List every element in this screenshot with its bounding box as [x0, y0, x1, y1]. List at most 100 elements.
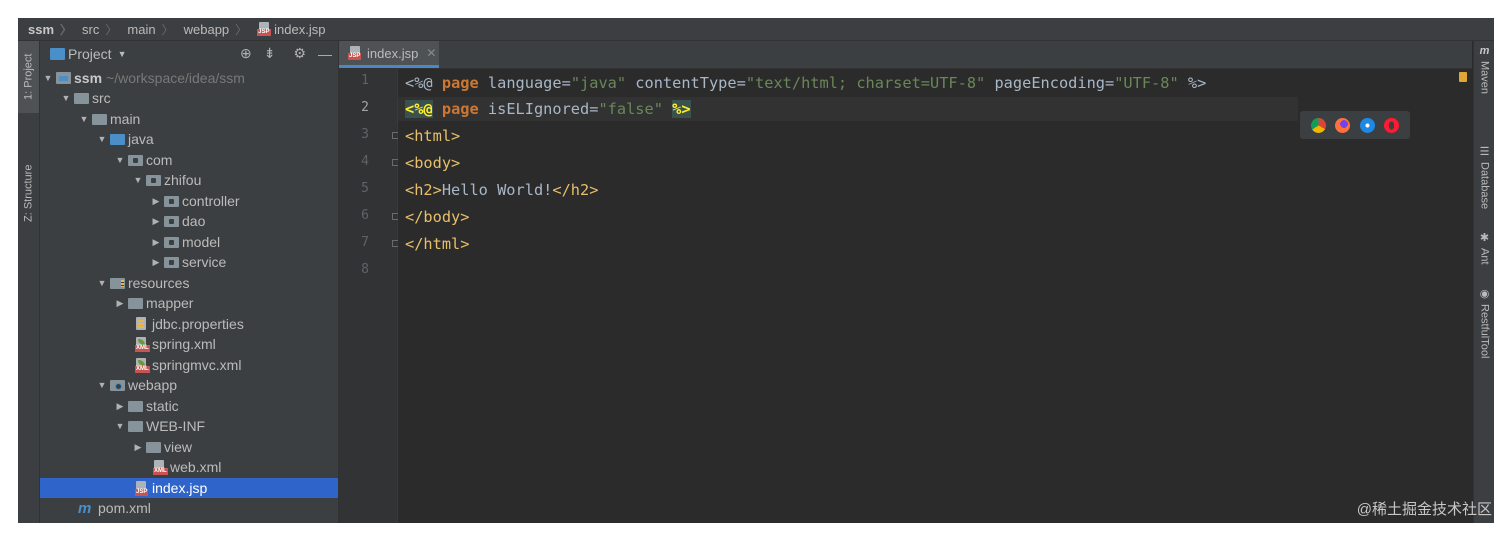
chevron-right-icon: ▶ [152, 256, 160, 267]
gear-icon[interactable]: ⚙ [293, 45, 306, 62]
safari-icon[interactable] [1359, 117, 1375, 133]
tab-maven[interactable]: m Maven [1474, 45, 1494, 125]
package-icon [128, 154, 143, 166]
code-line: <body> [398, 151, 1472, 175]
breadcrumb-item-webapp[interactable]: webapp 〉 [174, 21, 248, 38]
database-icon: ☰ [1479, 146, 1490, 158]
project-icon [50, 47, 65, 60]
collapse-all-icon[interactable]: ⇟ [264, 45, 276, 62]
breadcrumb-item-ssm[interactable]: ssm 〉 [18, 21, 72, 38]
breadcrumb-item-main[interactable]: main 〉 [117, 21, 173, 38]
tree-item-static[interactable]: ▶ static [40, 396, 338, 416]
warning-icon[interactable] [1459, 72, 1467, 82]
breadcrumb-item-index-jsp[interactable]: JSP index.jsp [247, 22, 325, 37]
tree-item-jdbc-properties[interactable]: jdbc.properties [40, 314, 338, 334]
chevron-down-icon: ▼ [97, 380, 107, 390]
spring-xml-icon: XML [135, 336, 150, 352]
opera-icon[interactable] [1384, 117, 1400, 133]
tab-restfultool[interactable]: ◉ RestfulTool [1474, 287, 1494, 397]
code-line: <h2>Hello World!</h2> [398, 178, 1472, 202]
ant-icon: ✱ [1479, 232, 1490, 244]
line-number: 6 [361, 208, 369, 223]
close-icon[interactable]: ✕ [426, 46, 436, 60]
minimize-icon[interactable]: — [318, 46, 332, 62]
tab-ant-label: Ant [1478, 248, 1491, 265]
firefox-icon[interactable] [1335, 117, 1351, 133]
directive-close: %> [1178, 74, 1207, 92]
tab-project-label: 1: Project [22, 53, 35, 101]
line-number: 4 [361, 154, 369, 169]
properties-file-icon [135, 316, 148, 332]
keyword: page [441, 74, 479, 92]
left-tool-stripe: 1: Project Z: Structure [18, 41, 40, 523]
tree-item-mapper[interactable]: ▶ mapper [40, 293, 338, 313]
tree-item-spring-xml[interactable]: XML spring.xml [40, 334, 338, 354]
code-line: </html> [398, 232, 1472, 256]
tree-label: webapp [128, 377, 178, 393]
breadcrumb-label: webapp [183, 21, 230, 37]
tab-structure[interactable]: Z: Structure [18, 153, 39, 233]
tab-database[interactable]: ☰ Database [1474, 145, 1494, 235]
root-path: ~/workspace/idea/ssm [106, 70, 245, 86]
directive-open: <%@ [405, 74, 433, 92]
tab-ant[interactable]: ✱ Ant [1474, 231, 1494, 291]
tab-structure-label: Z: Structure [22, 164, 35, 222]
package-icon [164, 236, 179, 248]
tree-item-main[interactable]: ▼ main [40, 109, 338, 129]
chrome-icon[interactable] [1310, 117, 1326, 133]
tab-project[interactable]: 1: Project [18, 41, 39, 113]
tag: </html> [405, 235, 470, 253]
tree-label: model [182, 234, 221, 250]
line-number: 8 [361, 262, 369, 277]
tree-item-web-inf[interactable]: ▼ WEB-INF [40, 416, 338, 436]
tree-label: view [164, 439, 193, 455]
tag: </h2> [552, 181, 599, 199]
chevron-down-icon: ▼ [133, 175, 143, 185]
chevron-right-icon: 〉 [235, 22, 248, 37]
breadcrumb-label: src [82, 21, 100, 37]
folder-icon [128, 297, 143, 309]
project-panel-header: Project ▼ ⊕ ⇟ ⚙ — [40, 41, 338, 66]
tree-item-view[interactable]: ▶ view [40, 437, 338, 457]
locate-icon[interactable]: ⊕ [240, 45, 252, 62]
code-line: </body> [398, 205, 1472, 229]
tree-item-model[interactable]: ▶ model [40, 232, 338, 252]
tree-label: main [110, 111, 141, 127]
tag: <html> [405, 127, 461, 145]
string: "text/html; charset=UTF-8" [745, 74, 986, 92]
breadcrumb-item-src[interactable]: src 〉 [72, 21, 117, 38]
tree-item-zhifou[interactable]: ▼ zhifou [40, 170, 338, 190]
resources-folder-icon [110, 277, 125, 289]
tree-item-src[interactable]: ▼ src [40, 88, 338, 108]
tab-label: index.jsp [367, 45, 419, 61]
tree-label: WEB-INF [146, 418, 206, 434]
attribute: pageEncoding= [985, 74, 1115, 92]
project-folder-icon [56, 72, 71, 84]
tree-item-index-jsp[interactable]: JSP index.jsp [40, 478, 338, 498]
tree-item-dao[interactable]: ▶ dao [40, 211, 338, 231]
tree-label: jdbc.properties [152, 316, 244, 332]
string: "UTF-8" [1114, 74, 1179, 92]
line-number: 7 [361, 235, 369, 250]
tree-item-java[interactable]: ▼ java [40, 129, 338, 149]
tree-item-web-xml[interactable]: XML web.xml [40, 457, 338, 477]
tree-item-service[interactable]: ▶ service [40, 252, 338, 272]
tree-item-com[interactable]: ▼ com [40, 150, 338, 170]
chevron-right-icon: ▶ [116, 400, 124, 411]
chevron-down-icon: ▼ [115, 155, 125, 165]
project-view-selector[interactable]: Project ▼ [48, 46, 127, 62]
tree-item-webapp[interactable]: ▼ webapp [40, 375, 338, 395]
tab-maven-label: Maven [1478, 61, 1491, 95]
tree-item-springmvc-xml[interactable]: XML springmvc.xml [40, 355, 338, 375]
maven-icon: m [1479, 45, 1490, 57]
chevron-right-icon: 〉 [105, 22, 118, 37]
project-panel: Project ▼ ⊕ ⇟ ⚙ — ▼ ssm ~/workspace/idea/s… [40, 41, 339, 523]
ide-window: ssm 〉 src 〉 main 〉 webapp 〉 JSP index.jsp 1: … [18, 18, 1494, 523]
tree-item-pom-xml[interactable]: m pom.xml [40, 498, 338, 518]
tree-item-controller[interactable]: ▶ controller [40, 191, 338, 211]
jsp-file-icon: JSP [348, 46, 362, 60]
tree-item-root[interactable]: ▼ ssm ~/workspace/idea/ssm [40, 68, 338, 88]
tree-item-resources[interactable]: ▼ resources [40, 273, 338, 293]
tab-index-jsp[interactable]: JSP index.jsp ✕ [339, 41, 439, 68]
